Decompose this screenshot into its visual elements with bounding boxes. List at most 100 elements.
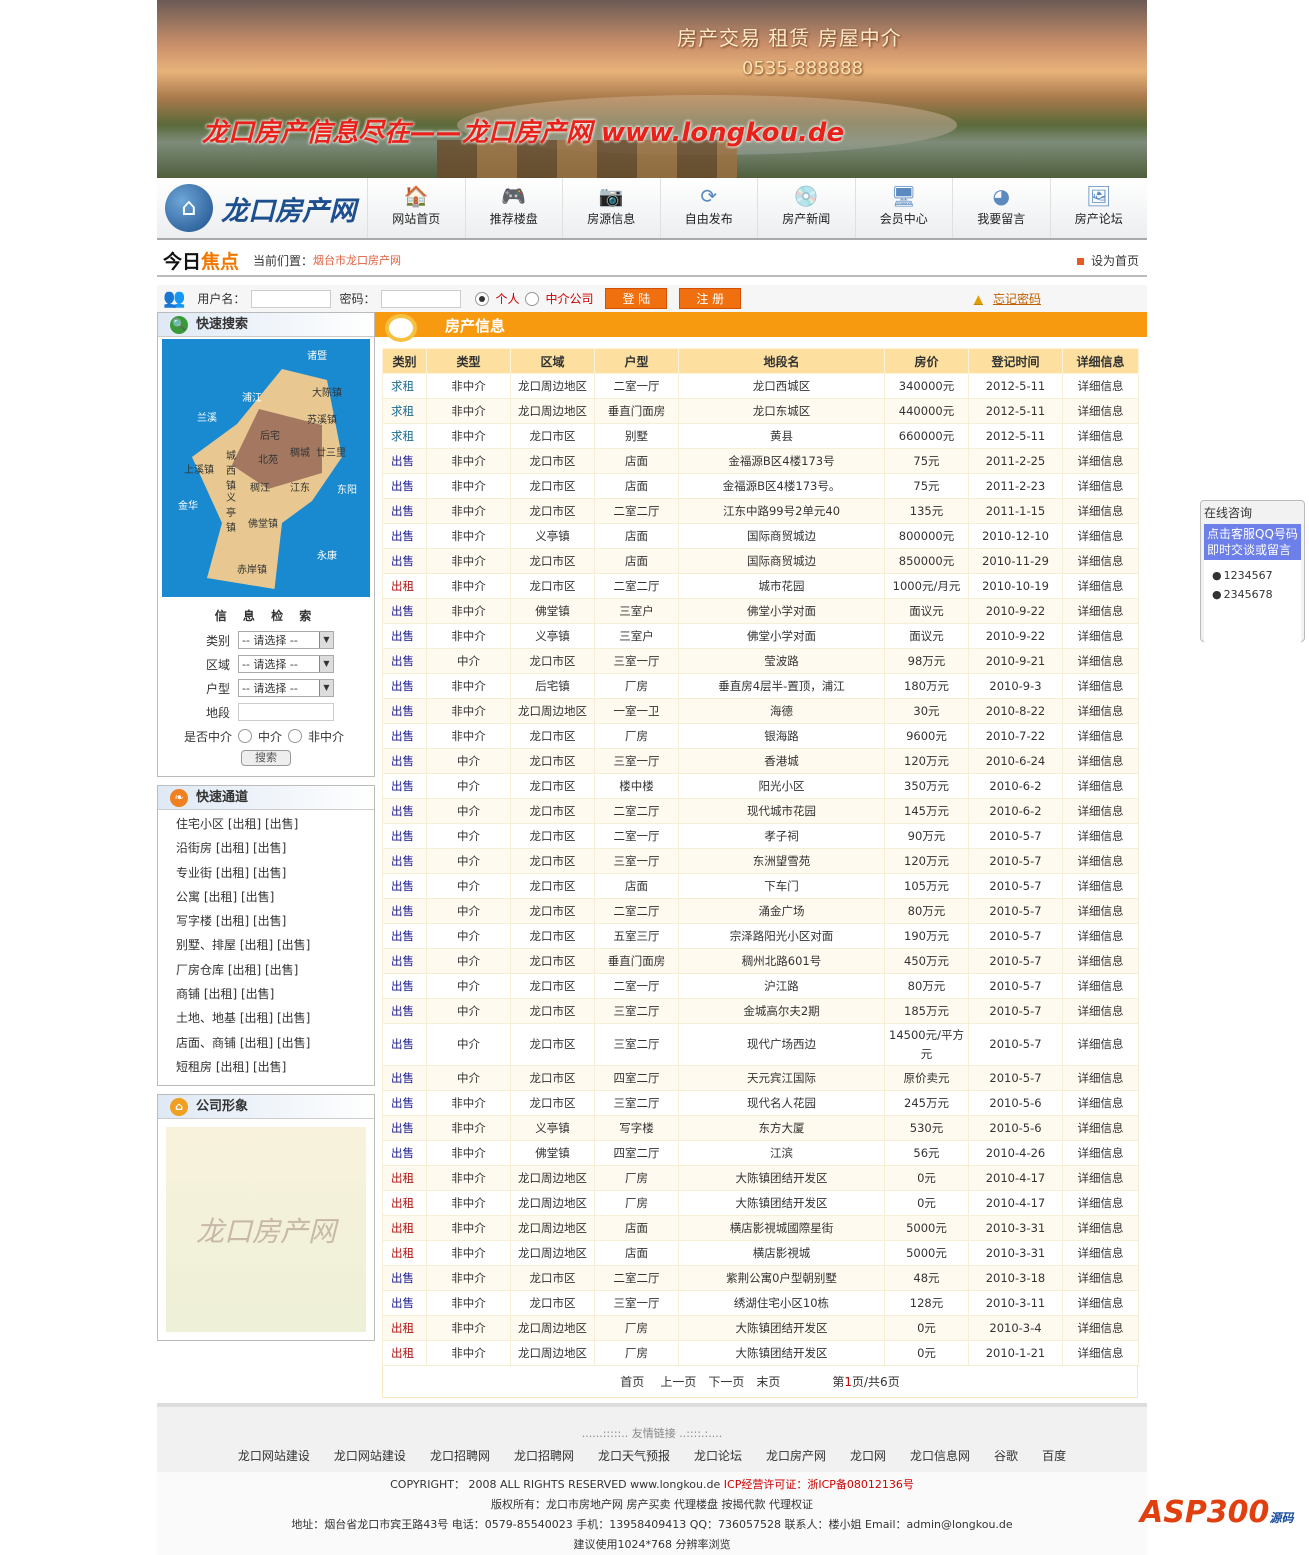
friend-link[interactable]: 龙口房产网 [766,1447,826,1464]
friend-link[interactable]: 龙口天气预报 [598,1447,670,1464]
cell-detail-link[interactable]: 详细信息 [1062,1190,1139,1216]
cell-category[interactable]: 出售 [382,623,427,649]
layout-select[interactable]: -- 请选择 -- ▼ [238,679,334,697]
site-logo[interactable]: ⌂ 龙口房产网 [157,178,367,238]
cell-category[interactable]: 出租 [382,1340,427,1366]
cell-detail-link[interactable]: 详细信息 [1062,1090,1139,1116]
cell-category[interactable]: 出租 [382,573,427,599]
cell-detail-link[interactable]: 详细信息 [1062,623,1139,649]
register-button[interactable]: 注 册 [679,288,742,309]
cell-category[interactable]: 出售 [382,848,427,874]
cell-detail-link[interactable]: 详细信息 [1062,823,1139,849]
cell-detail-link[interactable]: 详细信息 [1062,423,1139,449]
nav-item[interactable]: 🖥 会员中心 [854,178,953,238]
nav-item[interactable]: 📷 房源信息 [562,178,660,238]
first-page-link[interactable]: 首页 [620,1373,644,1390]
cell-detail-link[interactable]: 详细信息 [1062,1115,1139,1141]
category-select[interactable]: -- 请选择 -- ▼ [238,631,334,649]
channel-link[interactable]: 厂房仓库 [出租] [出售] [158,958,374,982]
channel-link[interactable]: 沿街房 [出租] [出售] [158,836,374,860]
cell-category[interactable]: 出售 [382,873,427,899]
channel-link[interactable]: 写字楼 [出租] [出售] [158,909,374,933]
cell-detail-link[interactable]: 详细信息 [1062,1215,1139,1241]
area-select[interactable]: -- 请选择 -- ▼ [238,655,334,673]
cell-category[interactable]: 出售 [382,1140,427,1166]
cell-category[interactable]: 出售 [382,648,427,674]
channel-link[interactable]: 别墅、排屋 [出租] [出售] [158,933,374,957]
cell-category[interactable]: 求租 [382,398,427,424]
cell-category[interactable]: 求租 [382,373,427,399]
cell-category[interactable]: 出租 [382,1190,427,1216]
location-input[interactable] [238,703,334,721]
region-map[interactable]: 诸暨 大陈镇 浦江 苏溪镇 兰溪 后宅 廿三里 稠城 北苑 城西镇 上溪镇 稠江… [162,339,370,597]
cell-category[interactable]: 出售 [382,823,427,849]
nav-item[interactable]: 🖼 房产论坛 [1049,178,1148,238]
cell-detail-link[interactable]: 详细信息 [1062,798,1139,824]
cell-category[interactable]: 求租 [382,423,427,449]
cell-category[interactable]: 出售 [382,548,427,574]
cell-category[interactable]: 出售 [382,1290,427,1316]
cell-category[interactable]: 出售 [382,898,427,924]
cell-category[interactable]: 出售 [382,523,427,549]
personal-radio[interactable] [475,291,490,306]
cell-detail-link[interactable]: 详细信息 [1062,1140,1139,1166]
nav-item[interactable]: 🎮 推荐楼盘 [464,178,563,238]
channel-link[interactable]: 土地、地基 [出租] [出售] [158,1006,374,1030]
cell-detail-link[interactable]: 详细信息 [1062,1240,1139,1266]
cell-category[interactable]: 出售 [382,673,427,699]
cell-category[interactable]: 出售 [382,1090,427,1116]
cell-detail-link[interactable]: 详细信息 [1062,1165,1139,1191]
friend-link[interactable]: 龙口网站建设 [238,1447,310,1464]
nav-item[interactable]: ◕ 我要留言 [952,178,1050,238]
cell-detail-link[interactable]: 详细信息 [1062,898,1139,924]
cell-category[interactable]: 出售 [382,498,427,524]
friend-link[interactable]: 百度 [1042,1447,1066,1464]
cell-detail-link[interactable]: 详细信息 [1062,948,1139,974]
cell-detail-link[interactable]: 详细信息 [1062,598,1139,624]
icp-license[interactable]: ICP经营许可证：浙ICP备08012136号 [724,1478,914,1491]
cell-category[interactable]: 出售 [382,598,427,624]
cell-category[interactable]: 出售 [382,1115,427,1141]
cell-detail-link[interactable]: 详细信息 [1062,1315,1139,1341]
cell-detail-link[interactable]: 详细信息 [1062,498,1139,524]
friend-link[interactable]: 谷歌 [994,1447,1018,1464]
cell-category[interactable]: 出租 [382,1215,427,1241]
cell-detail-link[interactable]: 详细信息 [1062,398,1139,424]
cell-category[interactable]: 出租 [382,1165,427,1191]
next-page-link[interactable]: 下一页 [708,1373,744,1390]
cell-detail-link[interactable]: 详细信息 [1062,1265,1139,1291]
prev-page-link[interactable]: 上一页 [660,1373,696,1390]
cell-category[interactable]: 出售 [382,1265,427,1291]
nav-item[interactable]: 🏠 网站首页 [367,178,465,238]
friend-link[interactable]: 龙口信息网 [910,1447,970,1464]
friend-link[interactable]: 龙口招聘网 [430,1447,490,1464]
cell-category[interactable]: 出售 [382,948,427,974]
cell-detail-link[interactable]: 详细信息 [1062,998,1139,1024]
cell-detail-link[interactable]: 详细信息 [1062,1340,1139,1366]
cell-detail-link[interactable]: 详细信息 [1062,1290,1139,1316]
cell-detail-link[interactable]: 详细信息 [1062,748,1139,774]
cell-category[interactable]: 出售 [382,998,427,1024]
set-homepage-link[interactable]: 设为首页 [1077,252,1139,269]
channel-link[interactable]: 店面、商铺 [出租] [出售] [158,1031,374,1055]
cell-category[interactable]: 出售 [382,1023,427,1066]
nav-item[interactable]: 💿 房产新闻 [757,178,855,238]
friend-link[interactable]: 龙口网 [850,1447,886,1464]
breadcrumb-location[interactable]: 烟台市龙口房产网 [313,252,401,268]
friend-link[interactable]: 龙口招聘网 [514,1447,574,1464]
qq-contact[interactable]: 2345678 [1204,585,1301,604]
cell-detail-link[interactable]: 详细信息 [1062,573,1139,599]
channel-link[interactable]: 商铺 [出租] [出售] [158,982,374,1006]
cell-detail-link[interactable]: 详细信息 [1062,848,1139,874]
qq-contact[interactable]: 1234567 [1204,566,1301,585]
cell-category[interactable]: 出售 [382,748,427,774]
cell-category[interactable]: 出售 [382,773,427,799]
cell-detail-link[interactable]: 详细信息 [1062,973,1139,999]
cell-detail-link[interactable]: 详细信息 [1062,523,1139,549]
cell-category[interactable]: 出租 [382,1240,427,1266]
cell-category[interactable]: 出售 [382,448,427,474]
forgot-password-link[interactable]: ▲ 忘记密码 [974,290,1041,307]
last-page-link[interactable]: 末页 [756,1373,780,1390]
channel-link[interactable]: 住宅小区 [出租] [出售] [158,812,374,836]
cell-detail-link[interactable]: 详细信息 [1062,1023,1139,1066]
